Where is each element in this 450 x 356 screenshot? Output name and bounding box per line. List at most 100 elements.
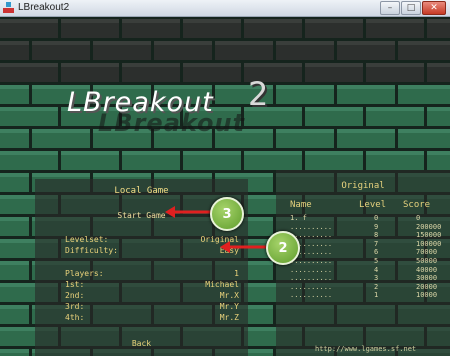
highscore-score: 10000 — [416, 291, 438, 300]
brick-highlight — [0, 41, 29, 45]
brick-highlight — [305, 151, 363, 155]
difficulty-label: Difficulty: — [65, 246, 118, 255]
highscore-row: 1. f 0 0 — [276, 214, 450, 222]
brick-highlight — [305, 107, 363, 111]
player-2-value: Mr.X — [219, 291, 239, 300]
highscore-row: .......... 2 20000 — [276, 283, 450, 291]
highscore-row: .......... 5 50000 — [276, 257, 450, 265]
brick-highlight — [0, 349, 29, 353]
highscore-level: 8 — [374, 231, 379, 240]
highscore-row: .......... 6 70000 — [276, 248, 450, 256]
brick-highlight — [427, 19, 450, 23]
brick-highlight — [0, 173, 29, 177]
highscore-level: 3 — [374, 274, 379, 283]
highscore-score: 20000 — [416, 282, 438, 291]
highscore-name: .......... — [290, 274, 333, 283]
highscore-name: .......... — [290, 282, 333, 291]
window-titlebar: LBreakout2 – □ ✕ — [0, 0, 450, 17]
highscore-level: 2 — [374, 282, 379, 291]
highscore-score: 0 — [416, 214, 421, 222]
highscore-level: 1 — [374, 291, 379, 300]
close-button[interactable]: ✕ — [422, 1, 446, 15]
game-viewport: LBreakout LBreakout 2 Local Game Start G… — [0, 17, 450, 356]
brick-highlight — [0, 151, 58, 155]
game-logo-number: 2 — [248, 75, 269, 113]
highscore-level: 4 — [374, 265, 379, 274]
highscore-panel: Original Name Level Score 1. f 0 0........… — [276, 170, 450, 356]
highscore-score: 40000 — [416, 265, 438, 274]
players-label: Players: — [65, 269, 104, 278]
website-link[interactable]: http://www.lgames.sf.net — [315, 345, 416, 353]
highscore-score: 70000 — [416, 248, 438, 257]
header-score: Score — [403, 200, 431, 210]
player-1-value: Michael — [205, 280, 239, 289]
brick-highlight — [276, 85, 334, 89]
brick-highlight — [427, 107, 450, 111]
header-level: Level — [359, 200, 387, 210]
brick-highlight — [0, 217, 29, 221]
brick-highlight — [0, 19, 58, 23]
highscore-score: 200000 — [416, 222, 442, 231]
highscore-name: .......... — [290, 291, 333, 300]
highscore-level: 0 — [374, 214, 379, 222]
brick-highlight — [0, 107, 58, 111]
brick-highlight — [0, 305, 29, 309]
player-3-value: Mr.Y — [219, 302, 239, 311]
maximize-button[interactable]: □ — [401, 1, 421, 15]
highscore-score: 30000 — [416, 274, 438, 283]
highscore-level: 5 — [374, 257, 379, 265]
highscore-row: .......... 4 40000 — [276, 266, 450, 274]
brick-highlight — [0, 261, 29, 265]
highscore-level: 9 — [374, 222, 379, 231]
player-2-label: 2nd: — [65, 291, 85, 300]
brick-highlight — [215, 173, 273, 177]
highscore-score: 50000 — [416, 257, 438, 265]
game-logo: LBreakout — [67, 87, 214, 118]
brick-highlight — [305, 63, 363, 67]
brick-highlight — [183, 19, 241, 23]
brick-highlight — [427, 63, 450, 67]
brick-highlight — [93, 41, 151, 45]
brick-highlight — [427, 151, 450, 155]
back-button[interactable]: Back — [35, 339, 248, 348]
levelset-label: Levelset: — [65, 235, 109, 244]
brick-highlight — [61, 19, 119, 23]
arrow-to-start-game — [165, 206, 211, 218]
brick-highlight — [276, 129, 334, 133]
highscore-row: .......... 7 100000 — [276, 240, 450, 248]
brick-highlight — [183, 63, 241, 67]
highscore-score: 150000 — [416, 231, 442, 240]
brick-highlight — [276, 41, 334, 45]
brick-highlight — [0, 63, 58, 67]
highscore-row: .......... 8 150000 — [276, 231, 450, 239]
header-name: Name — [290, 200, 312, 210]
app-icon — [3, 2, 14, 13]
player-4-label: 4th: — [65, 313, 85, 322]
highscore-level: 6 — [374, 248, 379, 257]
highscore-name: .......... — [290, 222, 333, 231]
highscore-row: .......... 3 30000 — [276, 274, 450, 282]
brick-highlight — [337, 129, 395, 133]
brick-highlight — [32, 129, 90, 133]
brick-highlight — [366, 63, 424, 67]
brick-highlight — [244, 19, 302, 23]
brick-highlight — [0, 129, 29, 133]
brick-highlight — [305, 19, 363, 23]
menu-title: Local Game — [114, 186, 169, 196]
brick-highlight — [398, 85, 450, 89]
arrow-to-difficulty — [220, 241, 266, 253]
player-1-label: 1st: — [65, 280, 85, 289]
brick-highlight — [183, 151, 241, 155]
brick-highlight — [154, 173, 212, 177]
highscore-level: 7 — [374, 239, 379, 248]
brick-highlight — [0, 85, 29, 89]
brick-highlight — [122, 19, 180, 23]
highscore-name: 1. f — [290, 214, 307, 222]
brick-highlight — [398, 41, 450, 45]
brick-highlight — [215, 41, 273, 45]
brick-highlight — [337, 41, 395, 45]
window-title: LBreakout2 — [18, 2, 70, 13]
brick-highlight — [32, 41, 90, 45]
highscore-row: .......... 1 10000 — [276, 291, 450, 299]
minimize-button[interactable]: – — [380, 1, 400, 15]
